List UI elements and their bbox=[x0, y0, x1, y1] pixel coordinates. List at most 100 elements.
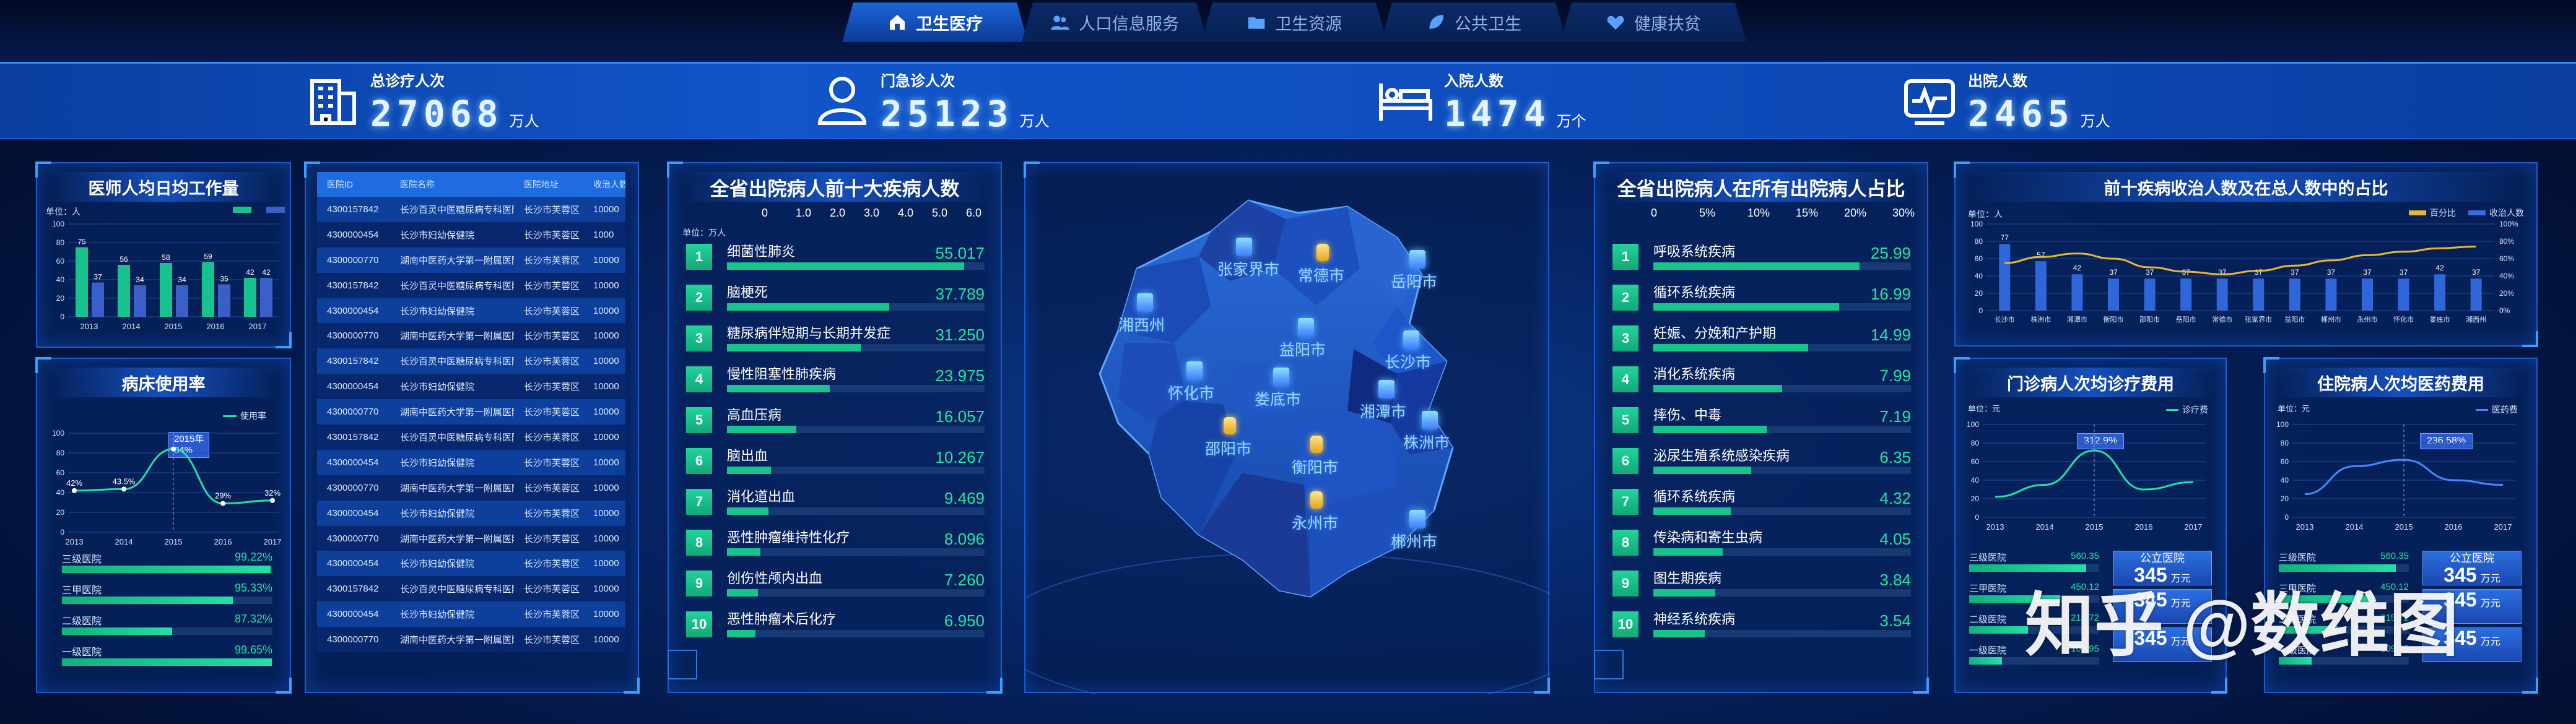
item-fill bbox=[727, 507, 768, 515]
ranked-item: 2 循环系统疾病 16.99 bbox=[1612, 285, 1911, 322]
table-cell: 长沙市芙蓉区 bbox=[524, 280, 580, 291]
level-fill bbox=[62, 597, 233, 604]
bed-usage-chart: 02040608010042%201343.5%2014 201529%20163… bbox=[52, 429, 281, 546]
item-value: 31.250 bbox=[935, 325, 985, 344]
table-row: 4300000770 湖南中医药大学第一附属医院 长沙市芙蓉区 10000 bbox=[317, 247, 625, 273]
rank-badge: 8 bbox=[1612, 530, 1638, 556]
summary-label: 公立医院 bbox=[2140, 552, 2185, 564]
y-tick-label: 0 bbox=[1975, 513, 1979, 522]
item-fill bbox=[727, 262, 964, 270]
ranked-item: 4 慢性阻塞性肺疾病 23.975 bbox=[686, 366, 985, 403]
item-track bbox=[1653, 507, 1911, 515]
item-fill bbox=[727, 426, 797, 433]
y-tick-label: 0 bbox=[60, 528, 64, 537]
table-cell: 长沙市妇幼保健院 bbox=[400, 382, 475, 393]
kpi-unit: 万人 bbox=[509, 113, 539, 130]
x-tick-label: 2017 bbox=[2185, 522, 2203, 532]
table-cell: 4300000454 bbox=[327, 558, 379, 569]
item-track bbox=[727, 467, 985, 474]
building-icon bbox=[310, 79, 356, 125]
item-track bbox=[727, 303, 985, 311]
user-icon bbox=[817, 77, 867, 125]
y2-tick-label: 100% bbox=[2499, 220, 2518, 228]
map-city-label: 常德市 bbox=[1298, 267, 1345, 285]
table-cell: 湖南中医药大学第一附属医院 bbox=[400, 635, 514, 646]
data-point bbox=[171, 446, 176, 452]
x-tick-label: 衡阳市 bbox=[2104, 315, 2124, 324]
legend-item: 收治人数 bbox=[2468, 207, 2524, 219]
y-tick-label: 60 bbox=[1975, 254, 1983, 263]
tab-healthcare[interactable]: 卫生医疗 bbox=[842, 2, 1028, 42]
rank-badge: 3 bbox=[686, 325, 712, 351]
table-cell: 4300157842 bbox=[327, 204, 379, 215]
table-cell: 4300000770 bbox=[327, 533, 379, 544]
panel-corner-button[interactable] bbox=[668, 650, 697, 679]
bar-value-label: 37 bbox=[2363, 268, 2372, 277]
summary-unit: 万元 bbox=[2480, 598, 2500, 609]
rank-badge: 7 bbox=[686, 489, 712, 515]
y2-tick-label: 20% bbox=[2499, 289, 2514, 298]
y-tick-label: 80 bbox=[2281, 439, 2289, 447]
axis-tick: 3.0 bbox=[864, 207, 880, 219]
item-track bbox=[727, 630, 985, 637]
table-cell: 长沙市妇幼保健院 bbox=[400, 306, 475, 317]
x-tick-label: 2017 bbox=[2494, 522, 2512, 532]
level-row: 一级医院 99.65% bbox=[62, 644, 272, 671]
y-tick-label: 40 bbox=[56, 488, 65, 497]
y2-tick-label: 60% bbox=[2499, 254, 2514, 263]
table-cell: 10000 bbox=[593, 457, 619, 468]
rank-badge: 1 bbox=[686, 244, 712, 270]
table-row: 4300000770 湖南中医药大学第一附属医院 长沙市芙蓉区 10000 bbox=[317, 475, 625, 501]
panel-corner-button[interactable] bbox=[1594, 650, 1624, 679]
bar-value-label: 34 bbox=[178, 275, 186, 284]
item-fill bbox=[727, 467, 771, 474]
rank-badge: 2 bbox=[686, 285, 712, 311]
y2-tick-label: 0% bbox=[2499, 306, 2510, 315]
table-cell: 10000 bbox=[593, 280, 619, 291]
y-tick-label: 0 bbox=[60, 312, 64, 321]
tab-health-resources[interactable]: 卫生资源 bbox=[1201, 2, 1387, 42]
axis-ticks: 0 5% 10% 15% 20% 30% bbox=[1651, 207, 1915, 222]
tab-poverty-alleviation[interactable]: 健康扶贫 bbox=[1560, 2, 1746, 42]
x-tick-label: 郴州市 bbox=[2321, 315, 2341, 324]
kpi-outpatient-visits: 门急诊人次 25123 万人 bbox=[812, 67, 1050, 135]
table-cell: 10000 bbox=[593, 482, 619, 493]
table-cell: 长沙百灵中医糖尿病专科医院 bbox=[400, 280, 514, 291]
map-city-label: 益阳市 bbox=[1279, 342, 1326, 359]
x-tick-label: 益阳市 bbox=[2284, 315, 2305, 324]
y-tick-label: 60 bbox=[2281, 457, 2289, 466]
table-row: 4300000454 长沙市妇幼保健院 长沙市芙蓉区 10000 bbox=[317, 374, 625, 400]
data-point bbox=[270, 498, 275, 503]
tab-public-health[interactable]: 公共卫生 bbox=[1381, 2, 1567, 42]
bar bbox=[1999, 244, 2011, 311]
level-name: 三级医院 bbox=[62, 554, 102, 565]
hospital-marker-icon bbox=[1403, 330, 1419, 349]
bar-value-label: 42 bbox=[246, 268, 255, 277]
table-cell: 湖南中医药大学第一附属医院 bbox=[400, 331, 514, 342]
table-cell: 长沙百灵中医糖尿病专科医院 bbox=[400, 584, 514, 595]
legend: 百分比 收治人数 bbox=[2409, 207, 2524, 219]
level-track bbox=[62, 566, 272, 573]
table-cell: 长沙百灵中医糖尿病专科医院 bbox=[400, 356, 514, 368]
rank-badge: 10 bbox=[1612, 611, 1638, 637]
ranked-item: 7 消化道出血 9.469 bbox=[686, 489, 985, 526]
level-name: 一级医院 bbox=[1969, 645, 2007, 656]
bar-value-label: 37 bbox=[2472, 268, 2481, 277]
data-point bbox=[121, 486, 126, 492]
table-cell: 长沙市妇幼保健院 bbox=[400, 559, 475, 570]
ranked-item: 2 脑梗死 37.789 bbox=[686, 285, 985, 322]
x-tick-label: 2016 bbox=[2445, 522, 2463, 532]
item-track bbox=[1653, 548, 1911, 556]
legend: 使用率 bbox=[223, 410, 266, 422]
table-row: 4300000770 湖南中医药大学第一附属医院 长沙市芙蓉区 10000 bbox=[317, 525, 625, 551]
ratio-list: 1 呼吸系统疾病 25.99 2 循环系统疾病 16.99 3 妊娠、分娩和产护期 14.99 4… bbox=[1612, 244, 1911, 689]
bar-value-label: 37 bbox=[2400, 268, 2408, 277]
x-tick-label: 2013 bbox=[80, 322, 98, 331]
hospital-marker-icon bbox=[1273, 368, 1289, 386]
x-tick-label: 张家界市 bbox=[2245, 315, 2272, 324]
bar bbox=[92, 282, 104, 317]
table-cell: 4300000454 bbox=[327, 507, 379, 519]
x-tick-label: 2016 bbox=[2135, 522, 2153, 532]
x-tick-label: 2014 bbox=[2346, 522, 2364, 532]
tab-population-service[interactable]: 人口信息服务 bbox=[1022, 2, 1208, 42]
